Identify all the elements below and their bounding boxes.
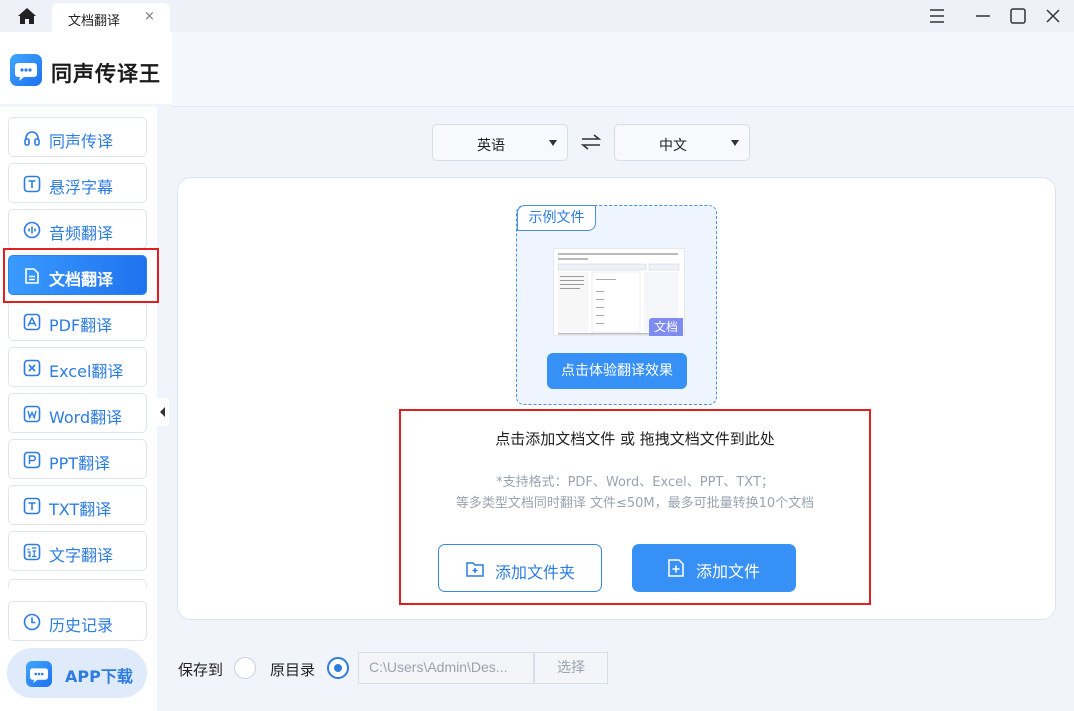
app-download-button[interactable]: APP下载: [7, 648, 147, 698]
app-logo-icon: [10, 54, 42, 86]
home-icon[interactable]: [16, 6, 38, 26]
folder-add-icon: [466, 562, 484, 577]
sidebar-item-label: TXT翻译: [49, 500, 112, 519]
original-dir-label: 原目录: [270, 661, 316, 679]
add-folder-button[interactable]: 添加文件夹: [438, 544, 602, 592]
add-file-label: 添加文件: [696, 562, 761, 581]
translate-text-icon: [23, 543, 41, 561]
sidebar: 同声传译 悬浮字幕 音频翻译 文档翻译 PDF翻译 Excel翻译 Word翻译…: [0, 107, 157, 711]
sidebar-item-label: PDF翻译: [49, 316, 113, 335]
sidebar-scroll-edge: [8, 579, 147, 587]
minimize-icon[interactable]: [972, 5, 994, 27]
source-language-value: 英语: [477, 138, 505, 154]
app-header: 同声传译王: [0, 32, 172, 104]
ppt-icon: [23, 451, 41, 469]
save-original-dir-radio[interactable]: [327, 657, 349, 679]
sidebar-item-label: PPT翻译: [49, 454, 111, 473]
sidebar-item-txt[interactable]: TXT翻译: [8, 485, 147, 525]
drop-zone-title[interactable]: 点击添加文档文件 或 拖拽文档文件到此处: [400, 428, 870, 449]
word-icon: [23, 405, 41, 423]
clock-icon: [23, 613, 41, 631]
sidebar-item-label: Excel翻译: [49, 362, 124, 381]
header-area: [172, 32, 1074, 107]
app-name: 同声传译王: [51, 62, 161, 86]
headphones-icon: [24, 131, 40, 146]
swap-languages-icon[interactable]: [580, 133, 602, 151]
sidebar-item-label: 同声传译: [49, 132, 114, 151]
save-to-label: 保存到: [178, 661, 224, 679]
sidebar-item-label: 历史记录: [49, 616, 114, 635]
tab-close-icon[interactable]: ×: [144, 9, 155, 24]
sample-file-tag: 示例文件: [517, 205, 596, 231]
sidebar-item-excel[interactable]: Excel翻译: [8, 347, 147, 387]
sidebar-item-ppt[interactable]: PPT翻译: [8, 439, 147, 479]
collapse-sidebar-icon[interactable]: [157, 398, 169, 426]
dropdown-arrow-icon: [549, 140, 557, 146]
sidebar-item-floating-subtitle[interactable]: 悬浮字幕: [8, 163, 147, 203]
supported-formats-note: *支持格式：PDF、Word、Excel、PPT、TXT；: [496, 475, 774, 490]
text-t-icon: [23, 175, 41, 193]
sidebar-item-word[interactable]: Word翻译: [8, 393, 147, 433]
maximize-icon[interactable]: [1007, 5, 1029, 27]
sidebar-item-text-translate[interactable]: 文字翻译: [8, 531, 147, 571]
add-file-button[interactable]: 添加文件: [632, 544, 796, 592]
app-logo-icon: [26, 661, 52, 687]
txt-icon: [23, 497, 41, 515]
file-add-icon: [668, 559, 684, 577]
title-bar: 文档翻译 ×: [0, 0, 1074, 32]
target-language-value: 中文: [659, 138, 687, 154]
add-folder-label: 添加文件夹: [495, 563, 576, 582]
audio-icon: [23, 221, 41, 239]
sidebar-item-simultaneous[interactable]: 同声传译: [8, 117, 147, 157]
save-path-input[interactable]: C:\Users\Admin\Des...: [358, 652, 534, 684]
tab-label: 文档翻译: [68, 14, 121, 29]
close-icon[interactable]: [1042, 5, 1064, 27]
sidebar-item-label: 音频翻译: [49, 224, 114, 243]
sidebar-item-audio[interactable]: 音频翻译: [8, 209, 147, 249]
highlight-box-sidebar: [3, 248, 159, 303]
sidebar-item-label: 文字翻译: [49, 546, 114, 565]
pdf-icon: [23, 313, 41, 331]
app-download-label: APP下载: [65, 667, 133, 686]
sidebar-item-label: Word翻译: [49, 408, 123, 427]
dropdown-arrow-icon: [731, 140, 739, 146]
try-translation-button[interactable]: 点击体验翻译效果: [547, 353, 687, 389]
save-custom-radio[interactable]: [234, 657, 256, 679]
excel-icon: [23, 359, 41, 377]
file-limit-note: 等多类型文档同时翻译 文件≤50M，最多可批量转换10个文档: [455, 496, 815, 511]
tab-document-translate[interactable]: 文档翻译 ×: [52, 3, 170, 32]
source-language-select[interactable]: 英语: [432, 124, 568, 161]
target-language-select[interactable]: 中文: [614, 124, 750, 161]
sidebar-item-history[interactable]: 历史记录: [8, 601, 147, 641]
menu-icon[interactable]: [926, 5, 948, 27]
document-badge: 文档: [649, 318, 683, 336]
sidebar-item-label: 悬浮字幕: [49, 178, 114, 197]
sidebar-item-pdf[interactable]: PDF翻译: [8, 301, 147, 341]
choose-path-button[interactable]: 选择: [534, 652, 608, 684]
